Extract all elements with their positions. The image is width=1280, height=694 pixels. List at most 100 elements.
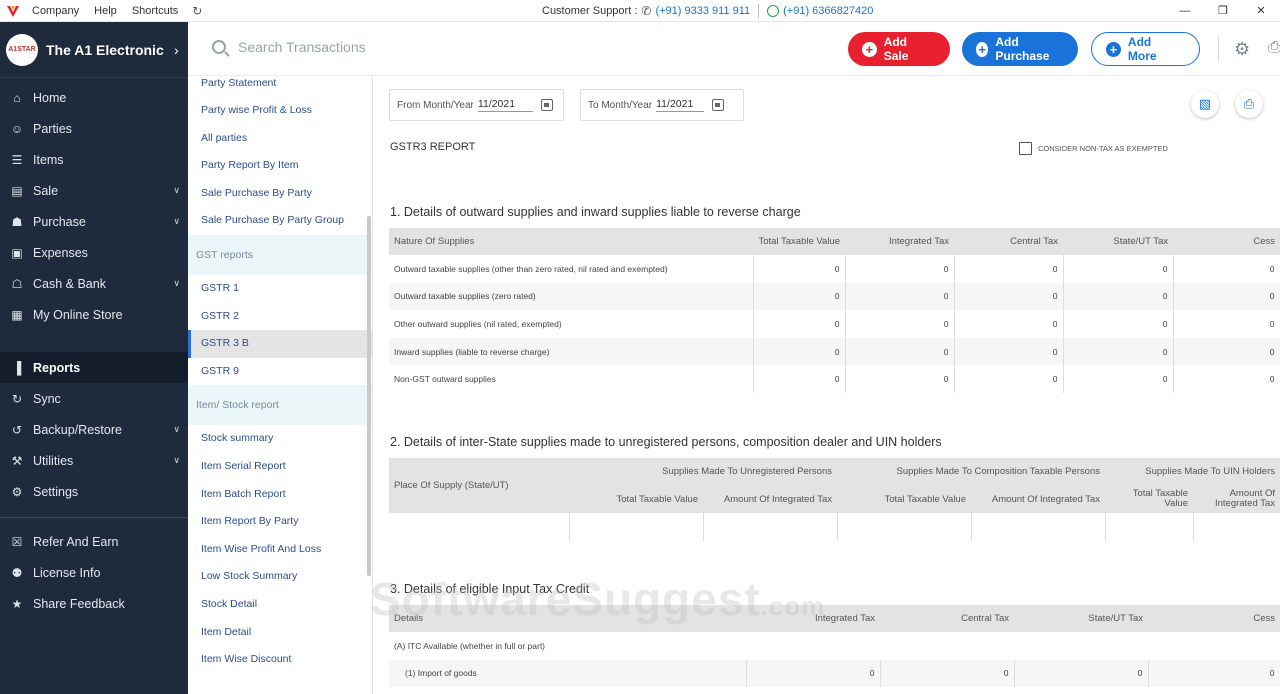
menu-help[interactable]: Help [94, 5, 117, 17]
col-header: Nature Of Supplies [389, 228, 753, 255]
sidebar-item-expenses[interactable]: ▣ Expenses [0, 237, 188, 268]
app-logo-icon [6, 4, 20, 18]
plus-icon: + [976, 41, 989, 57]
report-item[interactable]: Item Serial Report [188, 453, 372, 481]
sidebar-item-utilities[interactable]: ⚒ Utilities ∨ [0, 445, 188, 476]
report-item[interactable]: Party Statement [188, 76, 372, 97]
report-item[interactable]: Stock Detail [188, 591, 372, 619]
report-item[interactable]: Item Detail [188, 619, 372, 647]
itc-table: Details Integrated Tax Central Tax State… [389, 605, 1280, 688]
report-item[interactable]: Party wise Profit & Loss [188, 97, 372, 125]
search-bar[interactable]: Search Transactions [212, 39, 366, 55]
sidebar-divider [0, 517, 188, 518]
sidebar-item-online-store[interactable]: ▦ My Online Store [0, 299, 188, 330]
report-item-gstr1[interactable]: GSTR 1 [188, 275, 372, 303]
customer-support: Customer Support : ✆ (+91) 9333 911 911 … [542, 4, 873, 18]
report-item[interactable]: Stock summary [188, 425, 372, 453]
gift-icon: ☒ [11, 534, 23, 549]
report-item[interactable]: All parties [188, 125, 372, 153]
col-header: Amount Of Integrated Tax [971, 485, 1105, 513]
printer-icon[interactable]: ⎙ [1268, 39, 1280, 57]
table-row: Other outward supplies (nil rated, exemp… [389, 310, 1280, 338]
close-icon[interactable]: ✕ [1242, 0, 1280, 22]
report-section-stock: Item/ Stock report [188, 385, 372, 426]
report-content: From Month/Year 11/2021 To Month/Year 11… [373, 76, 1280, 694]
calendar-icon[interactable] [540, 99, 553, 111]
col-header: Total Taxable Value [569, 485, 703, 513]
sidebar-item-purchase[interactable]: ☗ Purchase ∨ [0, 206, 188, 237]
sidebar-item-items[interactable]: ☰ Items [0, 144, 188, 175]
scrollbar[interactable] [367, 216, 371, 576]
report-item[interactable]: Item Batch Report [188, 481, 372, 509]
report-item-gstr9[interactable]: GSTR 9 [188, 358, 372, 386]
excel-export-icon[interactable]: ▧ [1191, 90, 1219, 118]
sidebar-item-settings[interactable]: ⚙ Settings [0, 476, 188, 507]
sidebar-item-sale[interactable]: ▤ Sale ∨ [0, 175, 188, 206]
report-item[interactable]: Low Stock Summary [188, 563, 372, 591]
sidebar-item-refer-earn[interactable]: ☒ Refer And Earn [0, 526, 188, 557]
refresh-icon[interactable]: ↻ [192, 4, 202, 18]
sidebar-item-cash-bank[interactable]: ☖ Cash & Bank ∨ [0, 268, 188, 299]
sidebar-item-parties[interactable]: ☺ Parties [0, 113, 188, 144]
company-selector[interactable]: A1STAR The A1 Electronic ... › [0, 22, 188, 78]
minimize-icon[interactable]: — [1166, 0, 1204, 22]
support-whatsapp[interactable]: (+91) 6366827420 [783, 5, 873, 17]
add-purchase-button[interactable]: + Add Purchase [962, 32, 1078, 66]
checkbox-icon[interactable] [1019, 142, 1032, 155]
to-month-field[interactable]: To Month/Year 11/2021 [580, 89, 744, 121]
table-row: Outward taxable supplies (zero rated) 0 0 0… [389, 282, 1280, 311]
title-bar: Company Help Shortcuts ↻ Customer Suppor… [0, 0, 1280, 22]
table-row: Inward supplies (liable to reverse charg… [389, 337, 1280, 366]
report-item[interactable]: Party Report By Item [188, 152, 372, 180]
report-item-gstr3b[interactable]: GSTR 3 B [188, 330, 372, 358]
chevron-down-icon: ∨ [173, 185, 180, 195]
sidebar-item-backup-restore[interactable]: ↺ Backup/Restore ∨ [0, 414, 188, 445]
license-icon: ⚉ [11, 565, 23, 580]
col-header: Amount Of Integrated Tax [1193, 485, 1280, 513]
col-header: Total Taxable Value [753, 228, 845, 255]
menu-company[interactable]: Company [32, 5, 79, 17]
report-item[interactable]: Sale Purchase By Party Group [188, 207, 372, 235]
report-section-gst: GST reports [188, 234, 372, 275]
non-tax-exempted-checkbox[interactable]: CONSIDER NON-TAX AS EXEMPTED [1019, 142, 1168, 155]
report-item[interactable]: Item Report By Party [188, 508, 372, 536]
report-menu: Party Statement Party wise Profit & Loss… [188, 76, 373, 694]
calendar-icon[interactable] [712, 99, 725, 111]
add-sale-button[interactable]: + Add Sale [848, 32, 950, 66]
table-row: (1) Import of goods 0 0 0 0 [389, 659, 1280, 688]
support-phone[interactable]: (+91) 9333 911 911 [655, 5, 750, 17]
top-bar: Search Transactions + Add Sale + Add Purch… [188, 22, 1280, 76]
menu-shortcuts[interactable]: Shortcuts [132, 5, 178, 17]
report-item-gstr2[interactable]: GSTR 2 [188, 303, 372, 331]
col-header: State/UT Tax [1063, 228, 1173, 255]
report-item[interactable]: Sale Purchase By Party [188, 180, 372, 208]
chevron-down-icon: ∨ [173, 424, 180, 434]
sidebar-item-license-info[interactable]: ⚉ License Info [0, 557, 188, 588]
report-item[interactable]: Item Wise Discount [188, 646, 372, 674]
add-more-button[interactable]: + Add More [1091, 32, 1200, 66]
col-group-header: Supplies Made To Composition Taxable Per… [837, 458, 1105, 485]
to-month-input[interactable]: 11/2021 [656, 98, 705, 112]
store-icon: ▦ [11, 307, 23, 322]
sidebar: A1STAR The A1 Electronic ... › ⌂ Home ☺ Pa… [0, 22, 188, 694]
outward-supplies-table: Nature Of Supplies Total Taxable Value I… [389, 228, 1280, 393]
sidebar-item-share-feedback[interactable]: ★ Share Feedback [0, 588, 188, 619]
sidebar-item-reports[interactable]: ▐ Reports [0, 352, 188, 383]
col-header: Cess [1173, 228, 1280, 255]
sidebar-item-sync[interactable]: ↻ Sync [0, 383, 188, 414]
chevron-down-icon: ∨ [173, 455, 180, 465]
cart-icon: ☗ [11, 214, 23, 229]
sidebar-nav: ⌂ Home ☺ Parties ☰ Items ▤ Sale ∨ ☗ Purchase ∨ … [0, 82, 188, 507]
from-month-field[interactable]: From Month/Year 11/2021 [389, 89, 564, 121]
restore-icon[interactable]: ❐ [1204, 0, 1242, 22]
backup-icon: ↺ [11, 422, 23, 437]
sidebar-item-home[interactable]: ⌂ Home [0, 82, 188, 113]
report-item[interactable]: Item Wise Profit And Loss [188, 536, 372, 564]
support-label: Customer Support : [542, 5, 638, 17]
search-input[interactable]: Search Transactions [238, 39, 366, 55]
print-icon[interactable]: ⎙ [1235, 90, 1263, 118]
gear-icon[interactable]: ⚙ [1234, 39, 1250, 60]
star-icon: ★ [11, 596, 23, 611]
col-header: Total Taxable Value [1105, 485, 1193, 513]
from-month-input[interactable]: 11/2021 [477, 98, 533, 112]
